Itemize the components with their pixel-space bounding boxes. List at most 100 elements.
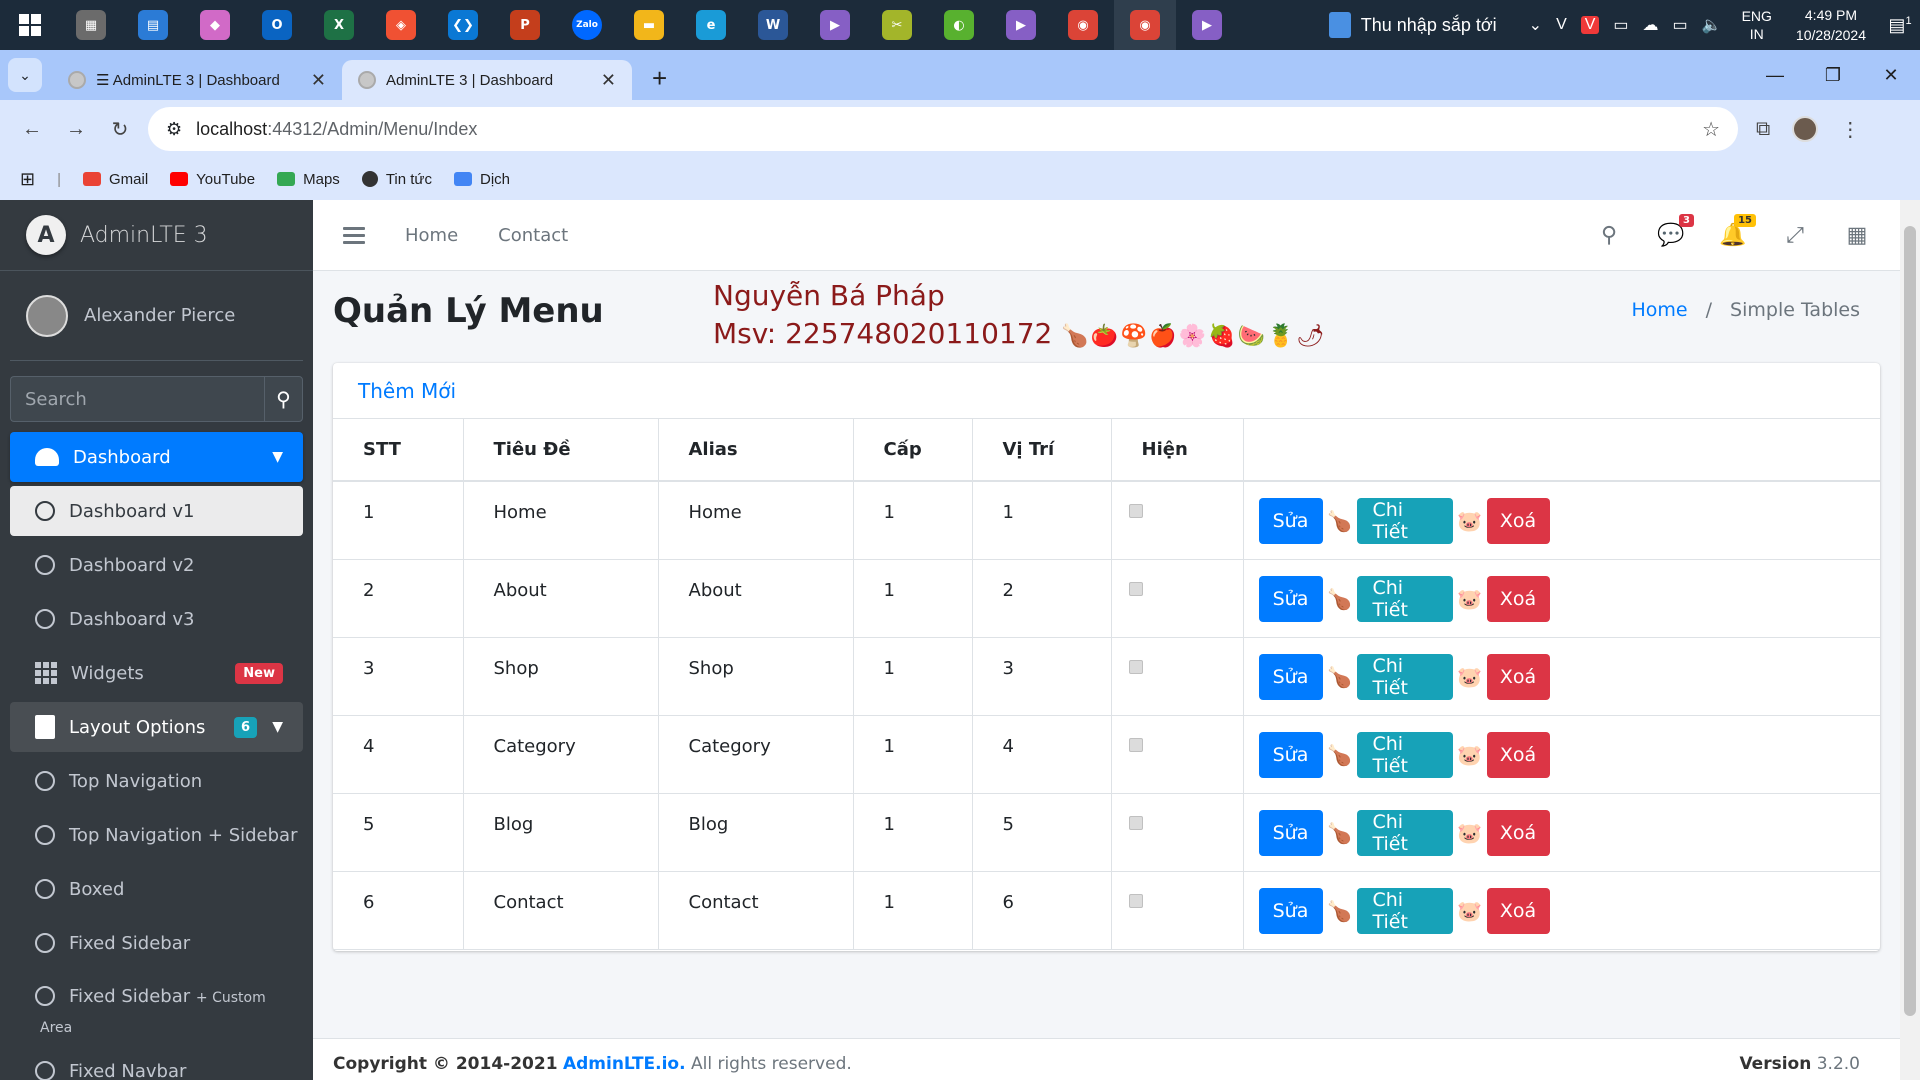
volume-icon[interactable]: 🔈 [1702, 15, 1722, 35]
taskbar-app-button[interactable]: O [246, 0, 308, 50]
taskbar-app-button[interactable]: ◆ [184, 0, 246, 50]
tab-search-button[interactable]: ⌄ [8, 58, 42, 92]
bookmark-gmail[interactable]: Gmail [83, 171, 148, 188]
breadcrumb-home-link[interactable]: Home [1631, 299, 1687, 321]
delete-button[interactable]: Xoá [1486, 653, 1550, 700]
edit-button[interactable]: Sửa [1258, 887, 1323, 934]
minimize-icon[interactable]: — [1746, 65, 1804, 86]
visible-checkbox[interactable] [1128, 504, 1143, 518]
profile-avatar[interactable] [1792, 116, 1819, 142]
control-sidebar-icon[interactable]: ▦ [1844, 222, 1870, 248]
user-panel[interactable]: Alexander Pierce [10, 271, 303, 361]
visible-checkbox[interactable] [1128, 893, 1143, 908]
fullscreen-icon[interactable]: ⤢ [1782, 222, 1808, 248]
bookmark-news[interactable]: Tin tức [361, 171, 432, 188]
taskbar-app-button[interactable]: ◉ [1052, 0, 1114, 50]
edit-button[interactable]: Sửa [1258, 575, 1323, 622]
sidebar-item-dashboard-v2[interactable]: Dashboard v2 [10, 540, 303, 590]
detail-button[interactable]: Chi Tiết [1356, 498, 1453, 544]
bookmark-translate[interactable]: Dịch [453, 171, 510, 188]
sidebar-search-button[interactable]: ⚲ [264, 376, 303, 422]
scrollbar-thumb[interactable] [1904, 226, 1916, 1016]
adminlte-link[interactable]: AdminLTE.io. [563, 1054, 686, 1074]
taskbar-app-button[interactable]: ✂ [866, 0, 928, 50]
taskbar-app-button[interactable]: ▶ [804, 0, 866, 50]
edit-button[interactable]: Sửa [1258, 809, 1323, 856]
detail-button[interactable]: Chi Tiết [1356, 575, 1453, 622]
sidebar-item-boxed[interactable]: Boxed [10, 864, 303, 914]
sidebar-item-fixed-navbar[interactable]: Fixed Navbar [10, 1046, 303, 1080]
visible-checkbox[interactable] [1128, 659, 1143, 674]
detail-button[interactable]: Chi Tiết [1356, 731, 1453, 778]
delete-button[interactable]: Xoá [1486, 575, 1550, 622]
sidebar-item-layout-options[interactable]: Layout Options 6 ▼ [10, 702, 303, 752]
bookmark-maps[interactable]: Maps [277, 171, 340, 188]
bell-icon[interactable]: 🔔 15 [1719, 214, 1756, 248]
sidebar-item-top-navigation-sidebar[interactable]: Top Navigation + Sidebar [10, 810, 303, 860]
taskbar-app-button[interactable]: ▤ [122, 0, 184, 50]
detail-button[interactable]: Chi Tiết [1356, 887, 1453, 934]
vector-app-icon[interactable]: V [1556, 16, 1567, 34]
browser-tab[interactable]: ☰ AdminLTE 3 | Dashboard ✕ [52, 60, 342, 100]
sidebar-item-fixed-sidebar[interactable]: Fixed Sidebar [10, 918, 303, 968]
taskbar-app-button[interactable]: e [680, 0, 742, 50]
notification-center-icon[interactable]: ▤ 1 [1880, 15, 1920, 36]
battery-icon[interactable]: ▭ [1673, 15, 1688, 35]
visible-checkbox[interactable] [1128, 737, 1143, 752]
page-scrollbar[interactable] [1900, 200, 1920, 1080]
detail-button[interactable]: Chi Tiết [1356, 809, 1453, 856]
sidebar-item-dashboard[interactable]: Dashboard ▼ [10, 432, 303, 482]
visible-checkbox[interactable] [1128, 581, 1143, 596]
browser-tab-active[interactable]: AdminLTE 3 | Dashboard ✕ [342, 60, 632, 100]
apps-grid-icon[interactable]: ⊞ [20, 169, 35, 190]
nav-home-link[interactable]: Home [405, 225, 458, 246]
taskbar-app-button[interactable]: ▦ [60, 0, 122, 50]
clock[interactable]: 4:49 PM 10/28/2024 [1782, 5, 1880, 45]
sidebar-item-dashboard-v1[interactable]: Dashboard v1 [10, 486, 303, 536]
visible-checkbox[interactable] [1128, 815, 1143, 830]
nav-contact-link[interactable]: Contact [498, 225, 568, 246]
search-icon[interactable]: ⚲ [1596, 222, 1622, 248]
start-button[interactable] [0, 0, 60, 50]
add-new-link[interactable]: Thêm Mới [358, 379, 456, 403]
delete-button[interactable]: Xoá [1486, 731, 1550, 778]
user-name[interactable]: Alexander Pierce [84, 305, 235, 326]
taskbar-app-button[interactable]: P [494, 0, 556, 50]
sidebar-item-fixed-sidebar-custom[interactable]: Fixed Sidebar + Custom Area [10, 972, 303, 1042]
edit-button[interactable]: Sửa [1258, 731, 1323, 778]
vivaldi-icon[interactable]: V [1580, 16, 1600, 34]
bookmark-youtube[interactable]: YouTube [170, 171, 255, 188]
close-tab-icon[interactable]: ✕ [311, 70, 326, 91]
delete-button[interactable]: Xoá [1486, 809, 1550, 856]
sidebar-item-dashboard-v3[interactable]: Dashboard v3 [10, 594, 303, 644]
sidebar-search-input[interactable] [10, 376, 264, 422]
site-info-icon[interactable]: ⚙ [166, 119, 182, 140]
forward-icon[interactable]: → [58, 111, 94, 147]
restore-icon[interactable]: ❐ [1804, 65, 1862, 86]
taskbar-app-button[interactable]: ❮❯ [432, 0, 494, 50]
cloud-icon[interactable]: ☁ [1643, 15, 1659, 35]
taskbar-app-button[interactable]: ◉ [1114, 0, 1176, 50]
taskbar-app-button[interactable]: W [742, 0, 804, 50]
detail-button[interactable]: Chi Tiết [1356, 653, 1453, 700]
language-indicator[interactable]: ENG IN [1732, 7, 1782, 43]
messages-icon[interactable]: 💬 3 [1657, 214, 1694, 248]
taskbar-app-button[interactable]: Zalo [556, 0, 618, 50]
taskbar-app-button[interactable]: ▶ [1176, 0, 1238, 50]
chevron-up-icon[interactable]: ⌄ [1529, 15, 1542, 35]
close-tab-icon[interactable]: ✕ [601, 70, 616, 91]
taskbar-app-button[interactable]: X [308, 0, 370, 50]
taskbar-app-button[interactable]: ▶ [990, 0, 1052, 50]
extensions-icon[interactable]: ⧉ [1756, 118, 1770, 141]
taskbar-app-button[interactable]: ▬ [618, 0, 680, 50]
close-window-icon[interactable]: ✕ [1862, 65, 1920, 86]
delete-button[interactable]: Xoá [1486, 498, 1550, 544]
new-tab-icon[interactable]: + [652, 63, 667, 94]
url-bar[interactable]: ⚙ localhost:44312/Admin/Menu/Index ☆ [148, 107, 1738, 151]
sidebar-item-top-navigation[interactable]: Top Navigation [10, 756, 303, 806]
edit-button[interactable]: Sửa [1258, 498, 1323, 544]
bookmark-star-icon[interactable]: ☆ [1702, 117, 1720, 142]
chrome-menu-icon[interactable]: ⋮ [1840, 117, 1860, 142]
edit-button[interactable]: Sửa [1258, 653, 1323, 700]
back-icon[interactable]: ← [14, 111, 50, 147]
